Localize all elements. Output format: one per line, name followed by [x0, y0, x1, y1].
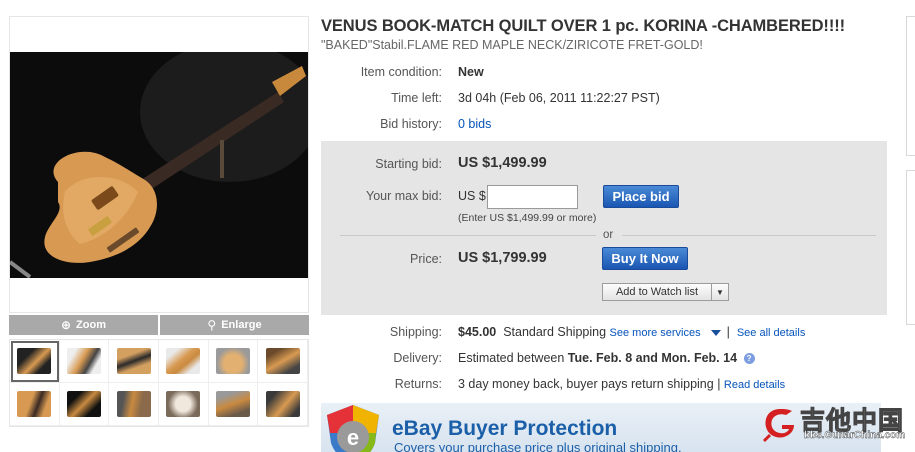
watch-list-label: Add to Watch list: [603, 284, 712, 300]
max-bid-hint: (Enter US $1,499.99 or more): [458, 212, 597, 224]
image-panel: [9, 16, 309, 313]
listing-title: VENUS BOOK-MATCH QUILT OVER 1 pc. KORINA…: [321, 17, 846, 35]
time-left-value: 3d 04h (Feb 06, 2011 11:22:27 PST): [458, 91, 660, 105]
thumbnail-7[interactable]: [10, 383, 60, 426]
thumbnail-grid: [9, 339, 309, 427]
shipping-label: Shipping:: [389, 325, 442, 339]
buy-it-now-button[interactable]: Buy It Now: [602, 247, 688, 270]
returns-policy: 3 day money back, buyer pays return ship…: [458, 377, 714, 391]
shipping-cost: $45.00: [458, 325, 497, 339]
bid-history-link[interactable]: 0 bids: [458, 117, 491, 131]
returns-label: Returns:: [394, 377, 442, 391]
thumbnail-5[interactable]: [208, 340, 259, 383]
zoom-label: Zoom: [76, 319, 106, 331]
guitar-photo: [10, 52, 308, 278]
magnifier-icon: ⚲: [207, 318, 217, 332]
thumbnail-10[interactable]: [159, 383, 209, 426]
thumbnail-3[interactable]: [109, 340, 159, 383]
triangle-down-icon[interactable]: [710, 329, 721, 336]
buyer-protection-subtitle: Covers your purchase price plus original…: [394, 440, 682, 452]
help-icon[interactable]: ?: [743, 353, 755, 365]
thumbnail-1[interactable]: [10, 340, 60, 383]
bid-history-label: Bid history:: [380, 117, 442, 131]
right-sidebar-edge: [906, 170, 915, 325]
thumbnail-8[interactable]: [59, 383, 110, 426]
separator: |: [726, 325, 730, 339]
thumbnail-2[interactable]: [59, 340, 110, 383]
or-label: or: [603, 229, 614, 241]
listing-subtitle: "BAKED"Stabil.FLAME RED MAPLE NECK/ZIRIC…: [321, 38, 703, 52]
max-bid-input[interactable]: [487, 185, 578, 209]
zoom-button[interactable]: ⊕ Zoom: [9, 315, 158, 335]
enlarge-label: Enlarge: [221, 319, 262, 331]
time-left-label: Time left:: [391, 91, 442, 105]
starting-bid-value: US $1,499.99: [458, 155, 547, 171]
currency-prefix: US $: [458, 189, 486, 203]
right-sidebar-edge: [906, 16, 915, 156]
thumbnail-11[interactable]: [208, 383, 259, 426]
or-divider-right: [622, 235, 876, 236]
guitarchina-logo-icon: [762, 409, 794, 443]
delivery-prefix: Estimated between: [458, 351, 565, 365]
condition-value: New: [458, 65, 484, 79]
shield-icon: e: [327, 405, 379, 452]
delivery-range: Tue. Feb. 8 and Mon. Feb. 14: [567, 351, 738, 365]
read-details-link[interactable]: Read details: [724, 379, 785, 391]
delivery-label: Delivery:: [393, 351, 442, 365]
buyer-protection-title: eBay Buyer Protection: [392, 417, 618, 440]
main-product-photo[interactable]: [10, 52, 308, 278]
thumbnail-9[interactable]: [109, 383, 159, 426]
see-more-services-link[interactable]: See more services: [610, 327, 701, 339]
separator: |: [717, 377, 721, 391]
crosshair-icon: ⊕: [60, 318, 72, 332]
see-all-details-link[interactable]: See all details: [737, 327, 806, 339]
or-divider-left: [340, 235, 596, 236]
thumbnail-6[interactable]: [258, 340, 308, 383]
price-label: Price:: [410, 252, 442, 266]
shipping-method: Standard Shipping: [503, 325, 607, 339]
add-to-watch-list-button[interactable]: Add to Watch list ▼: [602, 283, 729, 301]
watermark-domain: bbs.GuitarChina.com: [804, 430, 906, 441]
place-bid-button[interactable]: Place bid: [603, 185, 679, 208]
returns-value: 3 day money back, buyer pays return ship…: [458, 377, 785, 391]
shipping-value: $45.00 Standard Shipping See more servic…: [458, 325, 805, 339]
thumbnail-4[interactable]: [159, 340, 209, 383]
time-left-end: (Feb 06, 2011 11:22:27 PST): [499, 91, 660, 105]
price-value: US $1,799.99: [458, 250, 547, 266]
enlarge-button[interactable]: ⚲ Enlarge: [160, 315, 309, 335]
time-left-duration: 3d 04h: [458, 91, 497, 105]
starting-bid-label: Starting bid:: [375, 157, 442, 171]
watermark: 吉他中国 bbs.GuitarChina.com: [760, 403, 910, 447]
condition-label: Item condition:: [360, 65, 442, 79]
delivery-value: Estimated between Tue. Feb. 8 and Mon. F…: [458, 351, 755, 365]
max-bid-label: Your max bid:: [366, 189, 442, 203]
triangle-down-icon[interactable]: ▼: [712, 284, 728, 300]
thumbnail-12[interactable]: [258, 383, 308, 426]
photo-toolbar: ⊕ Zoom ⚲ Enlarge: [9, 315, 309, 335]
svg-text:e: e: [347, 425, 359, 450]
